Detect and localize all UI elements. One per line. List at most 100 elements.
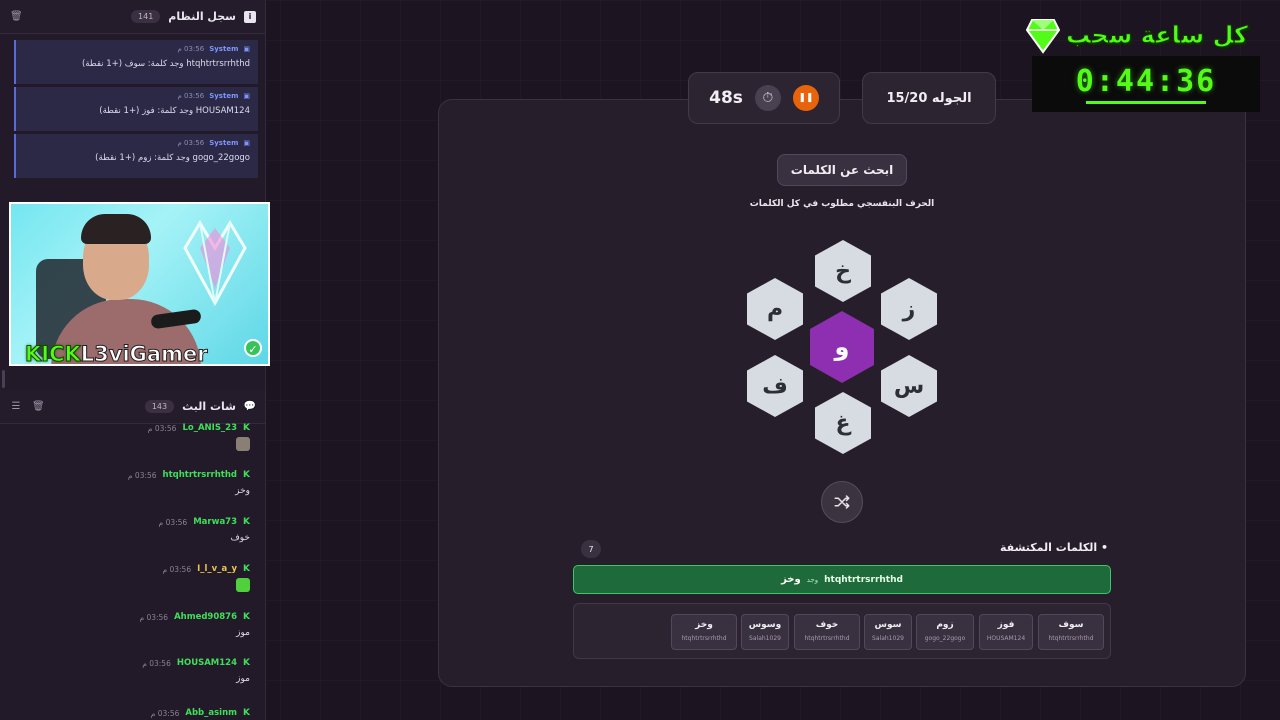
last-found-verb: وجد [806,575,819,584]
chat-message: K I_l_v_a_y 03:56 م [20,564,250,596]
found-word-chip: سوس Salah1029 [864,614,912,650]
chat-time: 03:56 م [127,470,157,480]
found-word-chip: وخز htqhtrtrsrrhthd [671,614,737,650]
system-log-count: 141 [131,10,161,23]
chat-icon: 💬 [243,400,256,412]
countdown-underline [1086,101,1206,104]
last-found-word: وخز [781,574,801,585]
found-word-chip: خوف htqhtrtrsrrhthd [794,614,860,650]
found-word-chip: فوز HOUSAM124 [979,614,1033,650]
chat-username[interactable]: Marwa73 [193,517,237,527]
pause-button[interactable]: ❚❚ [792,85,819,111]
chat-username[interactable]: I_l_v_a_y [197,564,237,574]
log-sender: System [209,92,239,100]
info-icon: i [244,10,256,23]
stream-chat-count: 143 [144,400,175,413]
led-light-decoration [183,220,247,307]
webcam-overlay: KICK L3viGamer ✓ [9,202,270,366]
log-sender: System [209,139,239,147]
chat-text: موز [236,674,250,684]
trash-icon[interactable]: 🗑 [10,11,23,23]
chat-message: K Lo_ANIS_23 03:56 م [20,423,250,455]
chat-text: خوف [230,533,250,543]
found-words-title: • الكلمات المكتشفة [1000,541,1108,554]
system-log-list[interactable]: ▣ System 03:56 م htqhtrtrsrrhthd وجد كلم… [14,40,258,181]
chat-username[interactable]: HOUSAM124 [177,658,237,668]
found-word-chip: سوف htqhtrtrsrrhthd [1038,614,1104,650]
chat-username[interactable]: Abb_asinm [185,708,237,718]
streamer-name: L3viGamer [80,342,208,366]
chat-time: 03:56 م [150,708,180,718]
bot-icon: ▣ [243,139,250,147]
bullet-icon: • [1097,541,1108,554]
log-text: htqhtrtrsrrhthd وجد كلمة: سوف (+1 نقطة) [81,59,250,69]
hourly-draw-title: كل ساعة سحب [1026,12,1272,58]
chat-message: K Marwa73 03:56 م خوف [20,517,250,543]
round-card: الجوله 15/20 [862,72,996,124]
timer-card: 48s ⏱ ❚❚ [688,72,840,124]
log-text: HOUSAM124 وجد كلمة: فوز (+1 نقطة) [99,106,250,116]
chat-message: K Abb_asinm 03:56 م [20,708,250,718]
trash-icon[interactable]: 🗑 [32,401,45,413]
game-instruction: الحرف البنفسجي مطلوب في كل الكلمات [749,199,935,209]
shuffle-icon [834,495,850,509]
kick-badge-icon: K [243,564,250,574]
system-log-header: 🗑 i سجل النظام 141 [0,0,265,34]
found-word-chip: وسوس Salah1029 [741,614,789,650]
log-time: 03:56 م [177,139,205,147]
list-icon[interactable]: ☰ [10,401,22,413]
find-words-heading: ابحث عن الكلمات [777,154,907,186]
chat-message: K htqhtrtrsrrhthd 03:56 م وخز [20,470,250,496]
chat-time: 03:56 م [158,517,188,527]
chat-message-list[interactable]: K Lo_ANIS_23 03:56 م K htqhtrtrsrrhthd 0… [0,420,265,720]
stream-chat-header: ☰ 🗑 💬 شات البث 143 [0,390,265,424]
log-entry: ▣ System 03:56 م htqhtrtrsrrhthd وجد كلم… [14,40,258,84]
kick-logo: KICK [25,342,82,366]
log-entry: ▣ System 03:56 م gogo_22gogo وجد كلمة: ز… [14,134,258,178]
found-words-count: 7 [581,540,601,558]
countdown-timer: 0:44:36 [1075,64,1217,99]
chat-message: K HOUSAM124 03:56 م موز [20,658,250,684]
chat-message: K Ahmed90876 03:56 م موز [20,612,250,638]
chat-text: وخز [235,486,250,496]
chat-username[interactable]: Ahmed90876 [174,612,237,622]
kick-badge-icon: K [243,612,250,622]
round-label: الجوله 15/20 [886,90,972,106]
log-sender: System [209,45,239,53]
kick-badge-icon: K [243,423,250,433]
chat-time: 03:56 م [142,658,171,668]
log-time: 03:56 م [177,92,205,100]
chat-text: موز [236,628,250,638]
clock-icon: ⏱ [754,85,781,111]
chat-time: 03:56 م [139,612,169,622]
kick-badge-icon: K [243,708,250,718]
chat-username[interactable]: htqhtrtrsrrhthd [163,470,237,480]
stream-chat-title: شات البث [182,400,236,413]
scrollbar-thumb[interactable] [2,370,5,388]
chat-time: 03:56 م [147,423,177,433]
system-log-title: سجل النظام [168,10,236,23]
webcam-branding: KICK L3viGamer [25,342,209,366]
green-cup-emote-icon [236,578,250,592]
timer-value: 48s [709,88,743,108]
last-found-user: htqhtrtrsrrhthd [824,574,903,585]
countdown-panel: 0:44:36 [1032,56,1260,112]
chat-username[interactable]: Lo_ANIS_23 [182,423,237,433]
hourly-draw-text: كل ساعة سحب [1066,21,1249,50]
streamer-hair [81,214,151,244]
log-entry: ▣ System 03:56 م HOUSAM124 وجد كلمة: فوز… [14,87,258,131]
log-time: 03:56 م [177,45,205,53]
found-words-list: سوف htqhtrtrsrrhthd فوز HOUSAM124 زوم go… [573,603,1111,659]
bot-icon: ▣ [243,45,250,53]
verified-icon: ✓ [244,339,262,357]
shuffle-button[interactable] [821,481,863,523]
bot-icon: ▣ [243,92,250,100]
cup-emote-icon [236,437,250,451]
kick-badge-icon: K [243,470,250,480]
last-found-banner: htqhtrtrsrrhthd وجد وخز [573,565,1111,594]
found-word-chip: زوم gogo_22gogo [916,614,974,650]
log-text: gogo_22gogo وجد كلمة: زوم (+1 نقطة) [95,153,250,163]
kick-badge-icon: K [243,517,250,527]
diamond-icon [1026,19,1060,54]
kick-badge-icon: K [243,658,250,668]
